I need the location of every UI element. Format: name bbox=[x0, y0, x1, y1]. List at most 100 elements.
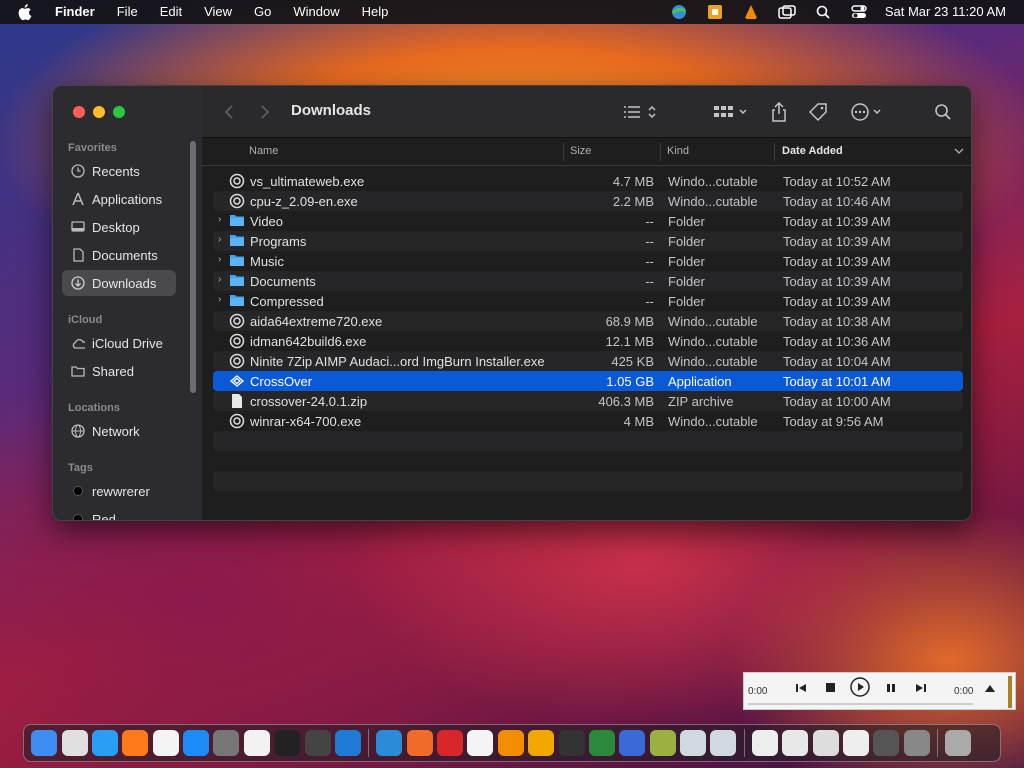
sidebar-item-documents[interactable]: Documents bbox=[62, 242, 176, 268]
dock-doc2-icon[interactable] bbox=[782, 730, 809, 756]
dock-doc6-icon[interactable] bbox=[903, 730, 930, 756]
dock-chrome-icon[interactable] bbox=[152, 730, 179, 756]
dock-vlc-icon[interactable] bbox=[497, 730, 524, 756]
dock-disk2-icon[interactable] bbox=[710, 730, 737, 756]
dock-avast-icon[interactable] bbox=[528, 730, 555, 756]
dock-preview-icon[interactable] bbox=[406, 730, 433, 756]
menu-help[interactable]: Help bbox=[351, 0, 400, 24]
menu-window[interactable]: Window bbox=[282, 0, 350, 24]
column-kind[interactable]: Kind bbox=[667, 145, 689, 157]
dock-wps-icon[interactable] bbox=[437, 730, 464, 756]
dock-doc-icon[interactable] bbox=[751, 730, 778, 756]
sidebar-item-applications[interactable]: Applications bbox=[62, 186, 176, 212]
dock-disk-icon[interactable] bbox=[680, 730, 707, 756]
column-divider[interactable] bbox=[660, 143, 661, 161]
list-view-icon[interactable] bbox=[623, 100, 657, 124]
dock-cal-icon[interactable] bbox=[467, 730, 494, 756]
menu-clock[interactable]: Sat Mar 23 11:20 AM bbox=[877, 0, 1024, 24]
sidebar-item-recents[interactable]: Recents bbox=[62, 158, 176, 184]
sidebar-item-tag-red[interactable]: Red bbox=[62, 506, 176, 520]
sidebar-item-desktop[interactable]: Desktop bbox=[62, 214, 176, 240]
sidebar-item-network[interactable]: Network bbox=[62, 418, 176, 444]
tag-icon[interactable] bbox=[808, 100, 828, 124]
table-row[interactable]: › Programs -- Folder Today at 10:39 AM bbox=[213, 231, 963, 251]
group-by-icon[interactable] bbox=[714, 100, 750, 124]
column-name[interactable]: Name bbox=[249, 145, 278, 157]
table-row[interactable]: Ninite 7Zip AIMP Audaci...ord ImgBurn In… bbox=[213, 351, 963, 371]
forward-button[interactable] bbox=[260, 100, 270, 124]
dock-finder-icon[interactable] bbox=[31, 730, 58, 756]
table-row[interactable]: winrar-x64-700.exe 4 MB Windo...cutable Tod… bbox=[213, 411, 963, 431]
dock-crossover-icon[interactable] bbox=[558, 730, 585, 756]
dock-internet-icon[interactable] bbox=[588, 730, 615, 756]
column-divider[interactable] bbox=[563, 143, 564, 161]
window-switcher-icon[interactable] bbox=[769, 0, 805, 24]
table-row[interactable]: crossover-24.0.1.zip 406.3 MB ZIP archive T… bbox=[213, 391, 963, 411]
table-row[interactable]: › Documents -- Folder Today at 10:39 AM bbox=[213, 271, 963, 291]
control-center-icon[interactable] bbox=[841, 0, 877, 24]
disclosure-chevron-icon[interactable]: › bbox=[218, 214, 221, 225]
back-button[interactable] bbox=[224, 100, 234, 124]
dock-app-store-icon[interactable] bbox=[183, 730, 210, 756]
sidebar-item-downloads[interactable]: Downloads bbox=[62, 270, 176, 296]
share-icon[interactable] bbox=[770, 100, 788, 124]
volume-bar[interactable] bbox=[1008, 676, 1012, 708]
spotlight-search-icon[interactable] bbox=[805, 0, 841, 24]
table-row[interactable]: › Video -- Folder Today at 10:39 AM bbox=[213, 211, 963, 231]
vlc-tray-icon[interactable] bbox=[733, 0, 769, 24]
dock-launchpad-icon[interactable] bbox=[61, 730, 88, 756]
zoom-window-button[interactable] bbox=[113, 106, 125, 118]
disclosure-chevron-icon[interactable]: › bbox=[218, 234, 221, 245]
dock-help-icon[interactable] bbox=[619, 730, 646, 756]
dock-terminal-icon[interactable] bbox=[274, 730, 301, 756]
table-row[interactable]: aida64extreme720.exe 68.9 MB Windo...cutab… bbox=[213, 311, 963, 331]
app-tray-icon[interactable] bbox=[697, 0, 733, 24]
table-row[interactable]: › Compressed -- Folder Today at 10:39 AM bbox=[213, 291, 963, 311]
disclosure-chevron-icon[interactable]: › bbox=[218, 274, 221, 285]
previous-track-icon[interactable] bbox=[794, 681, 808, 695]
dock-system-settings-icon[interactable] bbox=[213, 730, 240, 756]
dock-brush-icon[interactable] bbox=[304, 730, 331, 756]
sidebar-scrollbar[interactable] bbox=[190, 141, 196, 393]
disclosure-chevron-icon[interactable]: › bbox=[218, 294, 221, 305]
dock-textedit-icon[interactable] bbox=[243, 730, 270, 756]
table-row[interactable]: idman642build6.exe 12.1 MB Windo...cutable… bbox=[213, 331, 963, 351]
sidebar-item-icloud-drive[interactable]: iCloud Drive bbox=[62, 330, 176, 356]
dock-vs-code-icon[interactable] bbox=[334, 730, 361, 756]
more-actions-icon[interactable] bbox=[850, 100, 886, 124]
expand-up-icon[interactable] bbox=[984, 683, 996, 693]
table-row[interactable]: CrossOver 1.05 GB Application Today at 10:0… bbox=[213, 371, 963, 391]
menu-edit[interactable]: Edit bbox=[149, 0, 193, 24]
column-date-added[interactable]: Date Added bbox=[782, 145, 843, 157]
column-size[interactable]: Size bbox=[570, 145, 591, 157]
sort-chevron-icon[interactable] bbox=[954, 146, 964, 158]
menu-file[interactable]: File bbox=[106, 0, 149, 24]
table-row[interactable]: › Music -- Folder Today at 10:39 AM bbox=[213, 251, 963, 271]
menu-view[interactable]: View bbox=[193, 0, 243, 24]
dock-archive-icon[interactable] bbox=[649, 730, 676, 756]
menu-app-name[interactable]: Finder bbox=[44, 0, 106, 24]
stop-icon[interactable] bbox=[824, 681, 838, 695]
search-icon[interactable] bbox=[934, 100, 952, 124]
dock-doc5-icon[interactable] bbox=[873, 730, 900, 756]
column-divider[interactable] bbox=[774, 143, 775, 161]
close-window-button[interactable] bbox=[73, 106, 85, 118]
pause-icon[interactable] bbox=[884, 681, 898, 695]
sidebar-item-tag-rewwrerer[interactable]: rewwrerer bbox=[62, 478, 176, 504]
menu-go[interactable]: Go bbox=[243, 0, 282, 24]
seek-bar[interactable] bbox=[748, 703, 973, 705]
apple-menu-icon[interactable] bbox=[16, 3, 34, 21]
play-icon[interactable] bbox=[849, 676, 871, 698]
sidebar-item-shared[interactable]: Shared bbox=[62, 358, 176, 384]
next-track-icon[interactable] bbox=[914, 681, 928, 695]
dock-safari-icon[interactable] bbox=[91, 730, 118, 756]
dock-trash-icon[interactable] bbox=[945, 730, 972, 756]
dock-icloud-icon[interactable] bbox=[376, 730, 403, 756]
disclosure-chevron-icon[interactable]: › bbox=[218, 254, 221, 265]
table-row[interactable]: vs_ultimateweb.exe 4.7 MB Windo...cutable T… bbox=[213, 171, 963, 191]
minimize-window-button[interactable] bbox=[93, 106, 105, 118]
dock-doc4-icon[interactable] bbox=[842, 730, 869, 756]
dock-firefox-icon[interactable] bbox=[122, 730, 149, 756]
table-row[interactable]: cpu-z_2.09-en.exe 2.2 MB Windo...cutable To… bbox=[213, 191, 963, 211]
dock-doc3-icon[interactable] bbox=[812, 730, 839, 756]
